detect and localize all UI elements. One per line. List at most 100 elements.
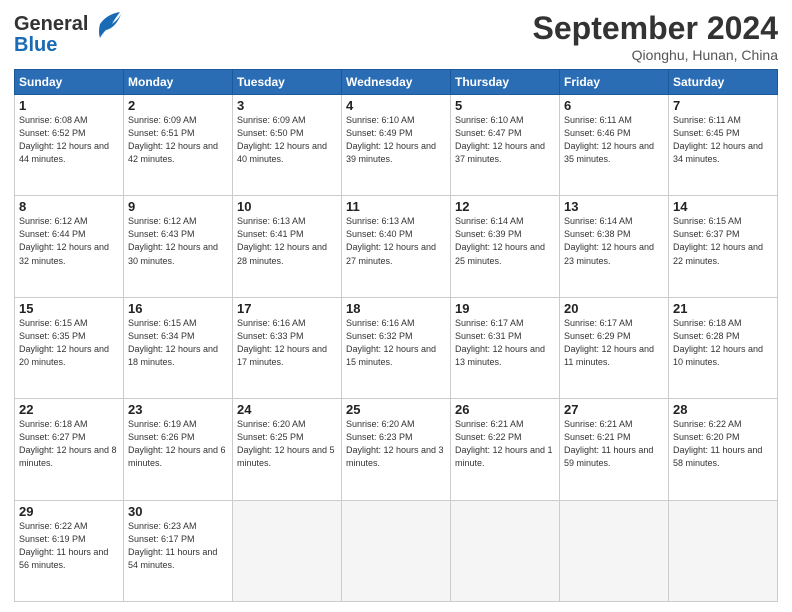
day-cell-24: 24Sunrise: 6:20 AMSunset: 6:25 PMDayligh… — [233, 399, 342, 500]
day-info: Sunrise: 6:16 AMSunset: 6:32 PMDaylight:… — [346, 317, 446, 369]
day-header-monday: Monday — [124, 70, 233, 95]
day-info: Sunrise: 6:09 AMSunset: 6:50 PMDaylight:… — [237, 114, 337, 166]
month-title: September 2024 — [533, 10, 778, 47]
day-info: Sunrise: 6:13 AMSunset: 6:41 PMDaylight:… — [237, 215, 337, 267]
day-number: 9 — [128, 199, 228, 214]
day-info: Sunrise: 6:15 AMSunset: 6:35 PMDaylight:… — [19, 317, 119, 369]
day-cell-10: 10Sunrise: 6:13 AMSunset: 6:41 PMDayligh… — [233, 196, 342, 297]
day-number: 7 — [673, 98, 773, 113]
day-header-wednesday: Wednesday — [342, 70, 451, 95]
day-number: 24 — [237, 402, 337, 417]
day-cell-15: 15Sunrise: 6:15 AMSunset: 6:35 PMDayligh… — [15, 297, 124, 398]
day-number: 30 — [128, 504, 228, 519]
day-number: 18 — [346, 301, 446, 316]
header: General Blue September 2024 Qionghu, Hun… — [14, 10, 778, 63]
empty-cell — [233, 500, 342, 601]
day-cell-20: 20Sunrise: 6:17 AMSunset: 6:29 PMDayligh… — [560, 297, 669, 398]
day-header-tuesday: Tuesday — [233, 70, 342, 95]
day-info: Sunrise: 6:20 AMSunset: 6:23 PMDaylight:… — [346, 418, 446, 470]
day-number: 28 — [673, 402, 773, 417]
day-number: 1 — [19, 98, 119, 113]
day-number: 3 — [237, 98, 337, 113]
day-info: Sunrise: 6:16 AMSunset: 6:33 PMDaylight:… — [237, 317, 337, 369]
day-header-sunday: Sunday — [15, 70, 124, 95]
day-number: 4 — [346, 98, 446, 113]
day-info: Sunrise: 6:20 AMSunset: 6:25 PMDaylight:… — [237, 418, 337, 470]
day-info: Sunrise: 6:18 AMSunset: 6:27 PMDaylight:… — [19, 418, 119, 470]
logo-bird-icon — [92, 10, 122, 38]
day-cell-22: 22Sunrise: 6:18 AMSunset: 6:27 PMDayligh… — [15, 399, 124, 500]
day-info: Sunrise: 6:12 AMSunset: 6:44 PMDaylight:… — [19, 215, 119, 267]
day-number: 19 — [455, 301, 555, 316]
day-header-friday: Friday — [560, 70, 669, 95]
day-info: Sunrise: 6:23 AMSunset: 6:17 PMDaylight:… — [128, 520, 228, 572]
day-cell-9: 9Sunrise: 6:12 AMSunset: 6:43 PMDaylight… — [124, 196, 233, 297]
day-number: 27 — [564, 402, 664, 417]
day-number: 29 — [19, 504, 119, 519]
day-number: 10 — [237, 199, 337, 214]
calendar-body: 1Sunrise: 6:08 AMSunset: 6:52 PMDaylight… — [15, 95, 778, 602]
day-cell-18: 18Sunrise: 6:16 AMSunset: 6:32 PMDayligh… — [342, 297, 451, 398]
day-number: 17 — [237, 301, 337, 316]
day-header-row: SundayMondayTuesdayWednesdayThursdayFrid… — [15, 70, 778, 95]
day-cell-25: 25Sunrise: 6:20 AMSunset: 6:23 PMDayligh… — [342, 399, 451, 500]
calendar-week-5: 29Sunrise: 6:22 AMSunset: 6:19 PMDayligh… — [15, 500, 778, 601]
day-info: Sunrise: 6:15 AMSunset: 6:34 PMDaylight:… — [128, 317, 228, 369]
day-number: 8 — [19, 199, 119, 214]
day-info: Sunrise: 6:21 AMSunset: 6:21 PMDaylight:… — [564, 418, 664, 470]
day-info: Sunrise: 6:14 AMSunset: 6:38 PMDaylight:… — [564, 215, 664, 267]
day-number: 6 — [564, 98, 664, 113]
day-info: Sunrise: 6:10 AMSunset: 6:49 PMDaylight:… — [346, 114, 446, 166]
calendar-week-2: 8Sunrise: 6:12 AMSunset: 6:44 PMDaylight… — [15, 196, 778, 297]
calendar-week-1: 1Sunrise: 6:08 AMSunset: 6:52 PMDaylight… — [15, 95, 778, 196]
day-info: Sunrise: 6:13 AMSunset: 6:40 PMDaylight:… — [346, 215, 446, 267]
day-info: Sunrise: 6:09 AMSunset: 6:51 PMDaylight:… — [128, 114, 228, 166]
day-cell-27: 27Sunrise: 6:21 AMSunset: 6:21 PMDayligh… — [560, 399, 669, 500]
empty-cell — [669, 500, 778, 601]
day-number: 23 — [128, 402, 228, 417]
day-number: 21 — [673, 301, 773, 316]
day-info: Sunrise: 6:17 AMSunset: 6:31 PMDaylight:… — [455, 317, 555, 369]
calendar-header: SundayMondayTuesdayWednesdayThursdayFrid… — [15, 70, 778, 95]
logo-blue: Blue — [14, 34, 57, 57]
day-header-saturday: Saturday — [669, 70, 778, 95]
day-number: 15 — [19, 301, 119, 316]
day-info: Sunrise: 6:15 AMSunset: 6:37 PMDaylight:… — [673, 215, 773, 267]
title-area: September 2024 Qionghu, Hunan, China — [533, 10, 778, 63]
calendar-week-4: 22Sunrise: 6:18 AMSunset: 6:27 PMDayligh… — [15, 399, 778, 500]
day-cell-7: 7Sunrise: 6:11 AMSunset: 6:45 PMDaylight… — [669, 95, 778, 196]
day-cell-17: 17Sunrise: 6:16 AMSunset: 6:33 PMDayligh… — [233, 297, 342, 398]
day-cell-3: 3Sunrise: 6:09 AMSunset: 6:50 PMDaylight… — [233, 95, 342, 196]
page: General Blue September 2024 Qionghu, Hun… — [0, 0, 792, 612]
day-cell-6: 6Sunrise: 6:11 AMSunset: 6:46 PMDaylight… — [560, 95, 669, 196]
day-number: 14 — [673, 199, 773, 214]
day-cell-14: 14Sunrise: 6:15 AMSunset: 6:37 PMDayligh… — [669, 196, 778, 297]
day-cell-28: 28Sunrise: 6:22 AMSunset: 6:20 PMDayligh… — [669, 399, 778, 500]
day-number: 13 — [564, 199, 664, 214]
day-info: Sunrise: 6:11 AMSunset: 6:45 PMDaylight:… — [673, 114, 773, 166]
empty-cell — [451, 500, 560, 601]
logo: General Blue — [14, 10, 122, 57]
day-info: Sunrise: 6:21 AMSunset: 6:22 PMDaylight:… — [455, 418, 555, 470]
day-info: Sunrise: 6:14 AMSunset: 6:39 PMDaylight:… — [455, 215, 555, 267]
day-number: 11 — [346, 199, 446, 214]
day-number: 26 — [455, 402, 555, 417]
empty-cell — [560, 500, 669, 601]
day-number: 16 — [128, 301, 228, 316]
day-cell-21: 21Sunrise: 6:18 AMSunset: 6:28 PMDayligh… — [669, 297, 778, 398]
calendar-table: SundayMondayTuesdayWednesdayThursdayFrid… — [14, 69, 778, 602]
day-cell-11: 11Sunrise: 6:13 AMSunset: 6:40 PMDayligh… — [342, 196, 451, 297]
day-cell-4: 4Sunrise: 6:10 AMSunset: 6:49 PMDaylight… — [342, 95, 451, 196]
day-cell-19: 19Sunrise: 6:17 AMSunset: 6:31 PMDayligh… — [451, 297, 560, 398]
day-number: 25 — [346, 402, 446, 417]
day-cell-2: 2Sunrise: 6:09 AMSunset: 6:51 PMDaylight… — [124, 95, 233, 196]
day-cell-5: 5Sunrise: 6:10 AMSunset: 6:47 PMDaylight… — [451, 95, 560, 196]
day-cell-23: 23Sunrise: 6:19 AMSunset: 6:26 PMDayligh… — [124, 399, 233, 500]
day-cell-29: 29Sunrise: 6:22 AMSunset: 6:19 PMDayligh… — [15, 500, 124, 601]
day-cell-26: 26Sunrise: 6:21 AMSunset: 6:22 PMDayligh… — [451, 399, 560, 500]
day-number: 2 — [128, 98, 228, 113]
location: Qionghu, Hunan, China — [533, 47, 778, 63]
day-info: Sunrise: 6:08 AMSunset: 6:52 PMDaylight:… — [19, 114, 119, 166]
day-info: Sunrise: 6:18 AMSunset: 6:28 PMDaylight:… — [673, 317, 773, 369]
day-number: 20 — [564, 301, 664, 316]
